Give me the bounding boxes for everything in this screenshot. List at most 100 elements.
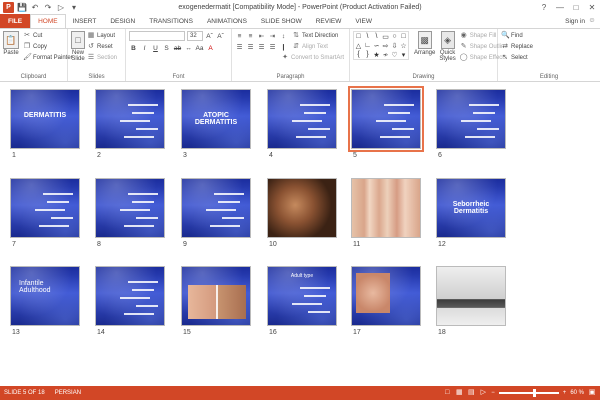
line-spacing-icon[interactable]: ↕	[279, 32, 288, 41]
triangle-shape-icon[interactable]: △	[354, 41, 363, 50]
slide-thumbnail[interactable]	[181, 178, 251, 238]
zoom-in-icon[interactable]: +	[563, 390, 567, 396]
zoom-slider[interactable]	[498, 389, 559, 397]
slide-thumbnail[interactable]: Infantile Adulthood	[10, 266, 80, 326]
tab-home[interactable]: HOME	[30, 14, 66, 28]
reading-view-icon[interactable]: ▤	[467, 389, 475, 397]
decrease-indent-icon[interactable]: ⇤	[257, 32, 266, 41]
align-right-icon[interactable]: ☰	[257, 43, 266, 52]
tab-animations[interactable]: ANIMATIONS	[200, 14, 254, 28]
rectangle-shape-icon[interactable]: ▭	[381, 32, 390, 41]
star-shape-icon[interactable]: ☆	[399, 41, 408, 50]
new-slide-button[interactable]: □ New Slide	[71, 31, 85, 62]
italic-icon[interactable]: I	[140, 44, 149, 53]
slide-thumbnail[interactable]	[181, 266, 251, 326]
undo-icon[interactable]: ↶	[30, 2, 40, 12]
slide-thumbnail[interactable]	[436, 89, 506, 149]
increase-indent-icon[interactable]: ⇥	[268, 32, 277, 41]
slide-thumbnail[interactable]: DERMATITIS	[10, 89, 80, 149]
heart-shape-icon[interactable]: ♡	[390, 50, 399, 59]
star-shape-icon[interactable]: ★	[372, 50, 381, 59]
quick-styles-button[interactable]: ◈ Quick Styles	[439, 31, 456, 62]
tab-review[interactable]: REVIEW	[309, 14, 349, 28]
slide-thumbnail[interactable]: Adult type	[267, 266, 337, 326]
slide-thumbnail[interactable]	[267, 89, 337, 149]
elbow-shape-icon[interactable]: ∟	[363, 41, 372, 50]
replace-button[interactable]: ⇄ Replace	[501, 42, 597, 52]
tab-view[interactable]: VIEW	[348, 14, 379, 28]
copy-button[interactable]: ❐ Copy	[23, 42, 73, 52]
redo-icon[interactable]: ↷	[43, 2, 53, 12]
paste-button[interactable]: 📋 Paste	[3, 31, 19, 56]
grow-font-icon[interactable]: Aˆ	[205, 32, 214, 41]
cut-button[interactable]: ✂ Cut	[23, 31, 73, 41]
slide-thumbnail[interactable]	[95, 178, 165, 238]
curve-shape-icon[interactable]: ≁	[381, 50, 390, 59]
slide-sorter-view-icon[interactable]: ▦	[455, 389, 463, 397]
arrange-button[interactable]: ▩ Arrange	[414, 31, 435, 56]
slide-thumbnail[interactable]: ATOPIC DERMATITIS	[181, 89, 251, 149]
zoom-out-icon[interactable]: −	[491, 390, 495, 396]
slide-thumbnail[interactable]: Seborrheic Dermatitis	[436, 178, 506, 238]
tab-transitions[interactable]: TRANSITIONS	[142, 14, 200, 28]
convert-smartart-button[interactable]: ✦ Convert to SmartArt	[281, 53, 344, 63]
numbering-icon[interactable]: ≡	[246, 32, 255, 41]
font-name-combo[interactable]	[129, 31, 185, 41]
tab-insert[interactable]: INSERT	[66, 14, 104, 28]
underline-icon[interactable]: U	[151, 44, 160, 53]
slide-thumbnail[interactable]	[267, 178, 337, 238]
justify-icon[interactable]: ☰	[268, 43, 277, 52]
oval-shape-icon[interactable]: ○	[390, 32, 399, 41]
arrow-right-shape-icon[interactable]: ⇨	[381, 41, 390, 50]
change-case-icon[interactable]: Aa	[195, 44, 204, 53]
tab-slide-show[interactable]: SLIDE SHOW	[254, 14, 309, 28]
format-painter-button[interactable]: 🖌 Format Painter	[23, 53, 73, 63]
sign-in[interactable]: Sign in ☺	[565, 14, 596, 28]
find-button[interactable]: 🔍 Find	[501, 31, 597, 41]
zoom-slider-knob[interactable]	[532, 389, 536, 397]
more-shapes-icon[interactable]: ▾	[399, 50, 408, 59]
slide-thumbnail[interactable]	[348, 86, 424, 152]
slide-thumbnail[interactable]	[10, 178, 80, 238]
line-shape-icon[interactable]: \	[363, 32, 372, 41]
slide-thumbnail[interactable]	[95, 266, 165, 326]
slide-thumbnail[interactable]	[351, 266, 421, 326]
tab-design[interactable]: DESIGN	[103, 14, 142, 28]
customize-icon[interactable]: ▾	[69, 2, 79, 12]
slideshow-view-icon[interactable]: ▷	[479, 389, 487, 397]
brace-right-shape-icon[interactable]: }	[363, 50, 372, 59]
section-button[interactable]: ☰ Section	[87, 53, 117, 63]
fit-slide-icon[interactable]: ▣	[588, 389, 596, 397]
shapes-gallery[interactable]: □ \ \ ▭ ○ □ △ ∟ ∽ ⇨ ⇩ ☆ { } ★ ≁ ♡ ▾	[353, 31, 409, 60]
select-button[interactable]: ↖ Select	[501, 53, 597, 63]
present-icon[interactable]: ▷	[56, 2, 66, 12]
columns-icon[interactable]: ❙	[279, 43, 288, 52]
normal-view-icon[interactable]: □	[443, 389, 451, 397]
brace-left-shape-icon[interactable]: {	[354, 50, 363, 59]
minimize-icon[interactable]: —	[552, 0, 568, 14]
bullets-icon[interactable]: ≡	[235, 32, 244, 41]
slide-thumbnail[interactable]	[436, 266, 506, 326]
strikethrough-icon[interactable]: ab	[173, 44, 182, 53]
save-icon[interactable]: 💾	[17, 2, 27, 12]
font-size-combo[interactable]: 32	[187, 31, 203, 41]
zoom-level[interactable]: 60 %	[570, 390, 584, 396]
align-text-button[interactable]: ⇵ Align Text	[292, 42, 328, 52]
bold-icon[interactable]: B	[129, 44, 138, 53]
line-shape-icon[interactable]: \	[372, 32, 381, 41]
layout-button[interactable]: ▦ Layout	[87, 31, 117, 41]
shadow-icon[interactable]: S	[162, 44, 171, 53]
arrow-down-shape-icon[interactable]: ⇩	[390, 41, 399, 50]
text-direction-button[interactable]: ⇅ Text Direction	[292, 31, 338, 41]
align-center-icon[interactable]: ☰	[246, 43, 255, 52]
align-left-icon[interactable]: ☰	[235, 43, 244, 52]
font-color-icon[interactable]: A	[206, 44, 215, 53]
curve-shape-icon[interactable]: ∽	[372, 41, 381, 50]
language-indicator[interactable]: PERSIAN	[55, 390, 81, 396]
slide-thumbnail[interactable]	[351, 178, 421, 238]
shrink-font-icon[interactable]: Aˇ	[216, 32, 225, 41]
tab-file[interactable]: FILE	[0, 14, 31, 28]
char-spacing-icon[interactable]: ↔	[184, 44, 193, 53]
rect-shape-icon[interactable]: □	[399, 32, 408, 41]
maximize-icon[interactable]: □	[568, 0, 584, 14]
